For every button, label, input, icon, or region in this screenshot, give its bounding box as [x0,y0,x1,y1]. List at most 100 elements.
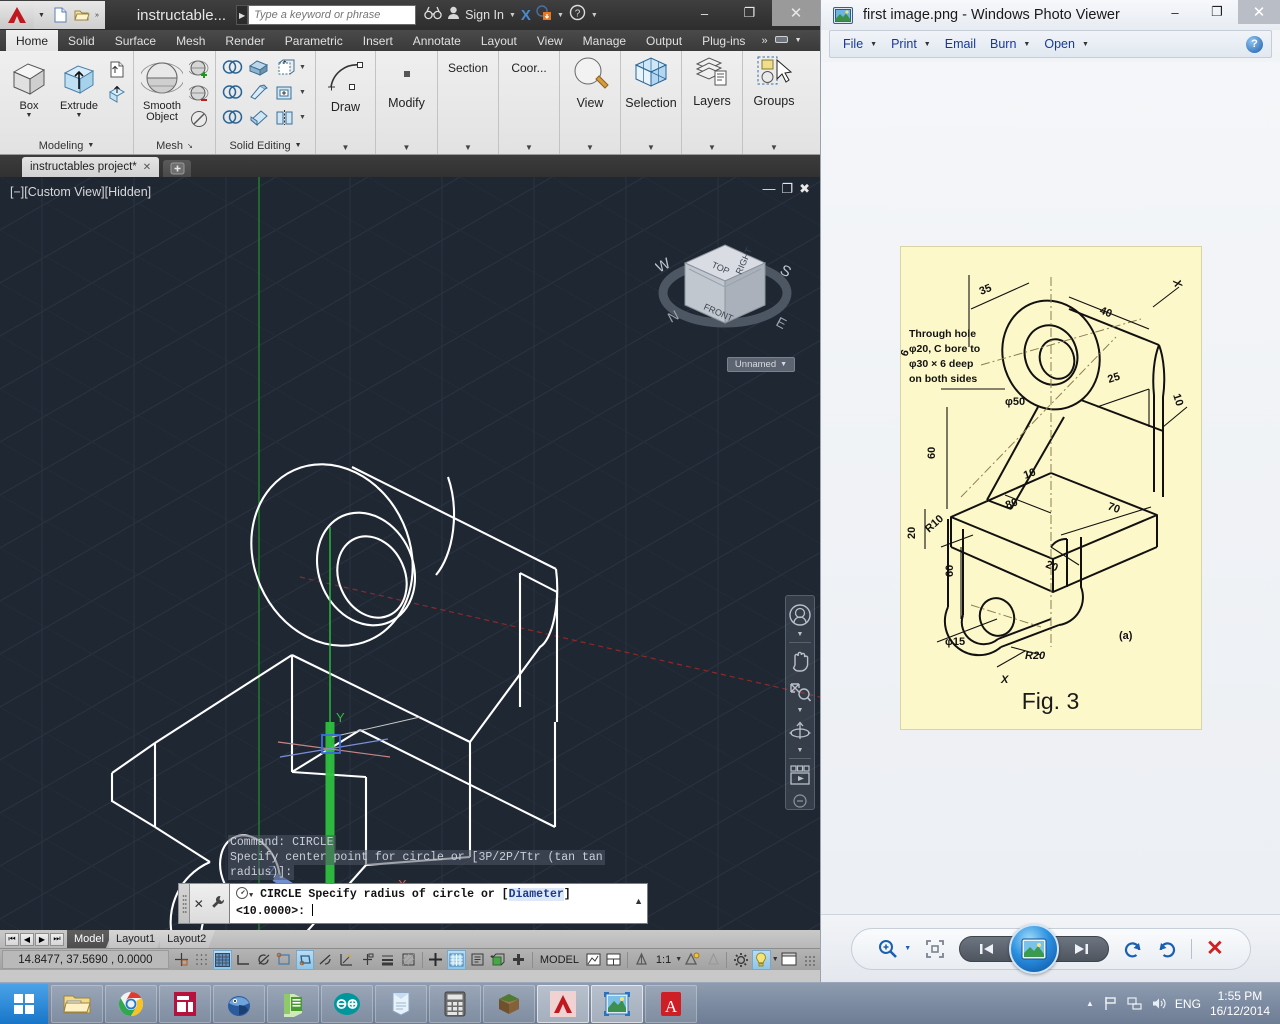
subtract-icon[interactable] [220,80,245,104]
layout-next-button[interactable]: ▶ [35,932,49,946]
taper-faces-icon[interactable] [246,80,271,104]
orbit-caret-icon[interactable]: ▼ [797,747,804,755]
taskbar-photoviewer[interactable] [591,984,643,1023]
command-mode-icon[interactable] [236,887,248,899]
ribbon-tab-mesh[interactable]: Mesh [166,30,215,51]
extrude-face-icon[interactable] [104,82,129,106]
command-expand-icon[interactable]: ▲ [634,896,643,906]
selection-panel-caret-icon[interactable]: ▼ [621,143,681,154]
ribbon-tab-annotate[interactable]: Annotate [403,30,471,51]
pv-close-button[interactable]: ✕ [1238,0,1280,24]
solid-row2-caret-icon[interactable]: ▼ [298,89,307,96]
ribbon-tab-layout[interactable]: Layout [471,30,527,51]
layout-tab-layout2[interactable]: Layout2 [160,930,215,948]
steering-wheel-icon[interactable] [787,600,813,630]
selection-icon[interactable] [632,55,670,96]
help-caret-icon[interactable]: ▼ [591,12,694,19]
open-icon[interactable] [73,6,92,25]
layout-first-button[interactable]: ⏮ [5,932,19,946]
binoculars-icon[interactable] [424,6,442,25]
menu-email[interactable]: Email [938,37,983,51]
view-panel-caret-icon[interactable]: ▼ [560,143,620,154]
search-expand-icon[interactable]: ▶ [236,5,249,25]
model-space-label[interactable]: MODEL [536,954,583,966]
autocad-logo-icon[interactable] [0,1,34,29]
workspace-gear-icon[interactable] [731,950,750,970]
smooth-more-icon[interactable] [186,57,211,81]
view-name-dropdown[interactable]: Unnamed ▼ [727,357,795,372]
menu-open[interactable]: Open ▼ [1037,37,1096,51]
minimize-button[interactable]: – [682,0,727,26]
action-center-flag-icon[interactable] [1103,996,1118,1011]
status-menu-icon[interactable] [800,950,819,970]
hardware-accel-caret-icon[interactable]: ▼ [772,956,779,963]
modify-panel-caret-icon[interactable]: ▼ [376,143,437,154]
delete-button[interactable]: ✕ [1206,938,1224,959]
smooth-less-icon[interactable] [186,82,211,106]
rotate-ccw-button[interactable] [1123,939,1143,959]
panel-solid-editing-label[interactable]: Solid Editing ▼ [216,137,315,154]
file-tab-close-icon[interactable]: ✕ [143,162,151,173]
polar-tracking-icon[interactable] [254,950,273,970]
orbit-icon[interactable] [787,716,813,746]
close-button[interactable]: ✕ [772,0,820,26]
taskbar-explorer[interactable] [51,984,103,1023]
clean-screen-icon[interactable] [780,950,799,970]
taskbar-chrome[interactable] [105,984,157,1023]
taskbar-arduino[interactable] [321,984,373,1023]
sign-in-caret-icon[interactable]: ▼ [509,12,516,19]
selection-cycling-icon[interactable] [427,950,446,970]
next-button[interactable] [1053,935,1110,962]
scale-caret-icon[interactable]: ▼ [675,956,682,963]
layout-prev-button[interactable]: ◀ [20,932,34,946]
groups-panel-caret-icon[interactable]: ▼ [743,143,805,154]
no-crease-icon[interactable] [186,107,211,131]
layout-tab-model[interactable]: Model [67,930,113,948]
ribbon-tab-parametric[interactable]: Parametric [275,30,353,51]
ribbon-state-caret-icon[interactable]: ▼ [795,37,802,44]
menu-print[interactable]: Print ▼ [884,37,938,51]
coordinates-panel-caret-icon[interactable]: ▼ [499,143,559,154]
app-caret-icon[interactable]: ▼ [557,12,564,19]
taskbar-autocad[interactable] [537,984,589,1023]
menu-file[interactable]: File ▼ [836,37,884,51]
menu-burn[interactable]: Burn ▼ [983,37,1037,51]
steering-wheel-caret-icon[interactable]: ▼ [797,631,804,639]
extrude-button[interactable]: Extrude ▼ [54,55,104,119]
ribbon-tab-plugins[interactable]: Plug-ins [692,30,755,51]
object-snap-icon[interactable] [275,950,294,970]
viewport-close-icon[interactable]: ✖ [799,182,810,195]
pv-maximize-button[interactable]: ❐ [1196,0,1238,24]
drawing-viewport[interactable]: Y X Z [−][Custom View][Hidden] — ❐ ✖ [0,177,820,930]
selection-filter-icon[interactable] [468,950,487,970]
transparency-icon[interactable] [399,950,418,970]
user-icon[interactable] [447,6,460,25]
command-close-icon[interactable]: ✕ [194,897,204,911]
lineweight-icon[interactable] [378,950,397,970]
exchange-icon[interactable]: X [521,7,531,24]
groups-icon[interactable] [755,55,793,94]
pv-minimize-button[interactable]: – [1154,0,1196,24]
panel-modeling-label[interactable]: Modeling ▼ [0,137,133,154]
smooth-object-button[interactable]: Smooth Object [138,55,186,123]
grid-display-icon[interactable] [193,950,212,970]
showmotion-icon[interactable] [787,762,813,792]
solid-row3-caret-icon[interactable]: ▼ [298,114,307,121]
hardware-accel-icon[interactable] [752,949,771,970]
extrude-caret-icon[interactable]: ▼ [76,112,83,119]
ribbon-tab-output[interactable]: Output [636,30,692,51]
annotation-visibility-icon[interactable] [683,950,702,970]
annotation-scale-icon[interactable] [632,950,651,970]
tray-overflow-icon[interactable]: ▲ [1086,999,1094,1008]
modeling-panel-caret-icon[interactable]: ▼ [87,142,94,149]
menu-print-caret-icon[interactable]: ▼ [924,41,931,48]
command-input[interactable]: ▼ CIRCLE Specify radius of circle or [Di… [229,883,648,924]
offset-edge-icon[interactable] [272,80,297,104]
view-icon[interactable] [569,55,611,96]
coordinates-label[interactable]: Coor... [511,61,546,75]
section-panel-caret-icon[interactable]: ▼ [438,143,498,154]
draw-panel-caret-icon[interactable]: ▼ [316,143,375,154]
ribbon-tab-render[interactable]: Render [215,30,274,51]
clock[interactable]: 1:55 PM 16/12/2014 [1210,989,1270,1019]
view-cube[interactable]: TOP FRONT RIGHT W S N E [653,225,795,355]
